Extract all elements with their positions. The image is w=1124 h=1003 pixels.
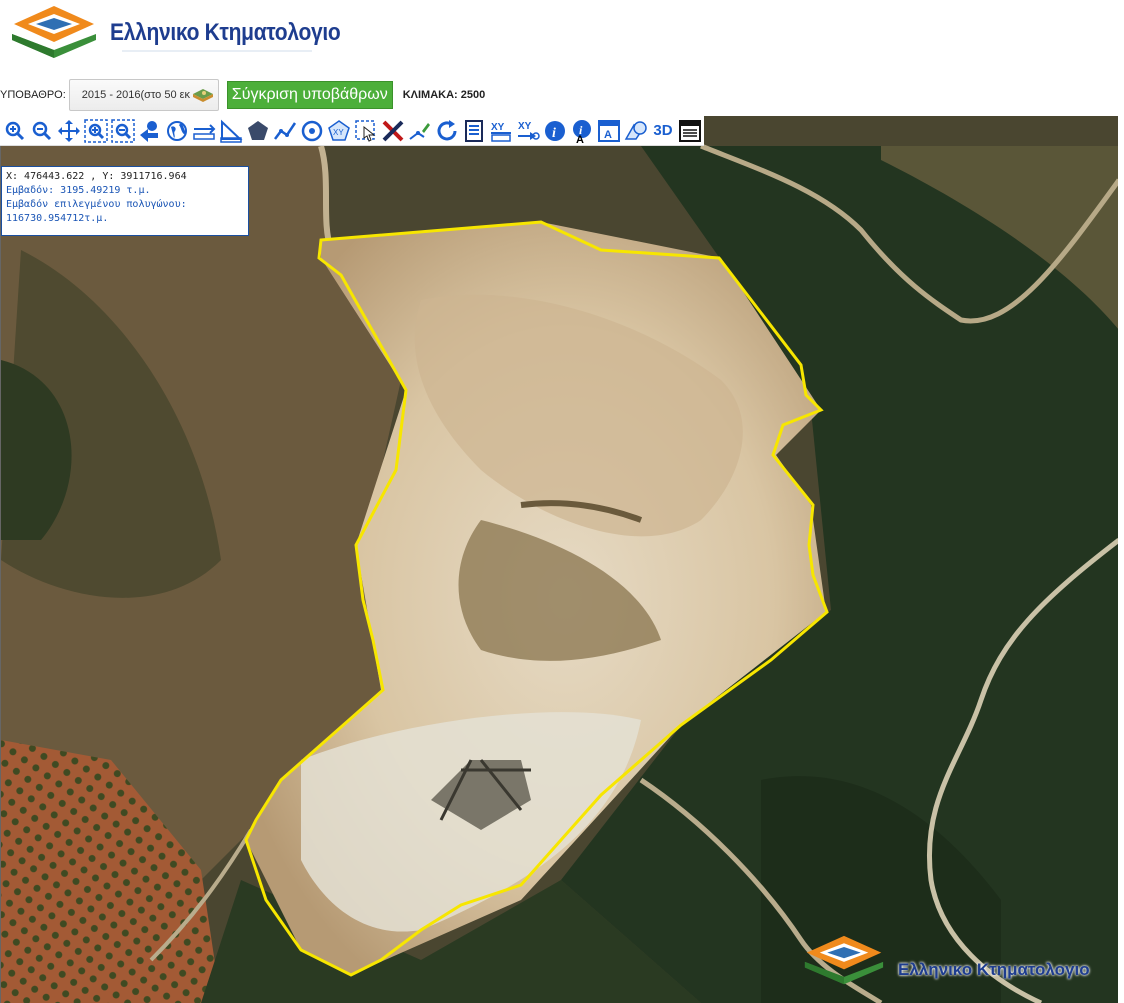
polygon-icon[interactable] <box>245 118 271 144</box>
zoom-box-out-icon[interactable] <box>110 118 136 144</box>
measurement-info-box: X: 476443.622 , Y: 3911716.964 Εμβαδόν: … <box>1 166 249 236</box>
text-label-icon[interactable]: A <box>596 118 622 144</box>
measure-distance-icon[interactable] <box>191 118 217 144</box>
map-toolbar: XY XY XY i iA A 3D <box>0 116 704 146</box>
delete-icon[interactable] <box>380 118 406 144</box>
map-border <box>1118 116 1124 1003</box>
xy-search-icon[interactable]: XY <box>488 118 514 144</box>
logo-divider <box>122 50 312 52</box>
refresh-icon[interactable] <box>434 118 460 144</box>
footer-logo-text: Ελληνικο Κτηματολογιο <box>898 960 1090 979</box>
zoom-box-in-icon[interactable] <box>83 118 109 144</box>
selected-area-value: 116730.954712τ.μ. <box>6 213 109 224</box>
info-icon[interactable]: i <box>542 118 568 144</box>
aerial-map[interactable] <box>0 116 1118 1003</box>
svg-text:XY: XY <box>333 128 344 137</box>
basemap-select-value: 2015 - 2016(στο 50 εκ <box>81 89 191 101</box>
aerial-imagery <box>1 116 1118 1003</box>
basemap-select[interactable]: 2015 - 2016(στο 50 εκ <box>68 79 219 111</box>
polygon-xy-icon[interactable]: XY <box>326 118 352 144</box>
basemap-controls: ΥΠΟΒΑΘΡΟ: 2015 - 2016(στο 50 εκ Σύγκριση… <box>0 79 486 111</box>
measured-area: Εμβαδόν: 3195.49219 τ.μ. <box>6 185 151 196</box>
basemap-label: ΥΠΟΒΑΘΡΟ: <box>0 89 66 101</box>
ktimatologio-logo-icon <box>804 935 884 985</box>
previous-extent-icon[interactable] <box>137 118 163 144</box>
ktimatologio-logo-icon <box>12 6 96 58</box>
cursor-coordinates: X: 476443.622 , Y: 3911716.964 <box>6 171 187 182</box>
compare-basemaps-button[interactable]: Σύγκριση υποβάθρων <box>226 81 393 109</box>
map-scale: ΚΛΙΜΑΚΑ: 2500 <box>402 89 486 101</box>
basemap-thumbnail-icon <box>192 89 213 102</box>
measure-area-icon[interactable] <box>218 118 244 144</box>
shapes-icon[interactable] <box>623 118 649 144</box>
document-icon[interactable] <box>461 118 487 144</box>
edit-vertex-icon[interactable] <box>407 118 433 144</box>
svg-text:A: A <box>604 129 612 141</box>
selected-area-label: Εμβαδόν επιλεγμένου πολυγώνου: <box>6 199 187 210</box>
polyline-icon[interactable] <box>272 118 298 144</box>
globe-icon[interactable] <box>164 118 190 144</box>
label-info-icon[interactable]: iA <box>569 118 595 144</box>
brand-logo-text: Ελληνικο Κτηματολογιο <box>110 19 341 46</box>
footer-logo: Ελληνικο Κτηματολογιο <box>796 934 1090 988</box>
circle-icon[interactable] <box>299 118 325 144</box>
header: Ελληνικο Κτηματολογιο ΥΠΟΒΑΘΡΟ: 2015 - 2… <box>0 0 1124 116</box>
svg-text:i: i <box>552 126 556 141</box>
zoom-out-icon[interactable] <box>29 118 55 144</box>
3d-icon[interactable]: 3D <box>650 118 676 144</box>
zoom-in-icon[interactable] <box>2 118 28 144</box>
svg-text:XY: XY <box>491 122 505 133</box>
select-icon[interactable] <box>353 118 379 144</box>
pan-icon[interactable] <box>56 118 82 144</box>
layers-print-icon[interactable] <box>677 118 703 144</box>
svg-text:XY: XY <box>518 121 532 132</box>
xy-goto-icon[interactable]: XY <box>515 118 541 144</box>
svg-text:A: A <box>576 134 584 143</box>
brand-logo[interactable]: Ελληνικο Κτηματολογιο <box>4 4 341 62</box>
